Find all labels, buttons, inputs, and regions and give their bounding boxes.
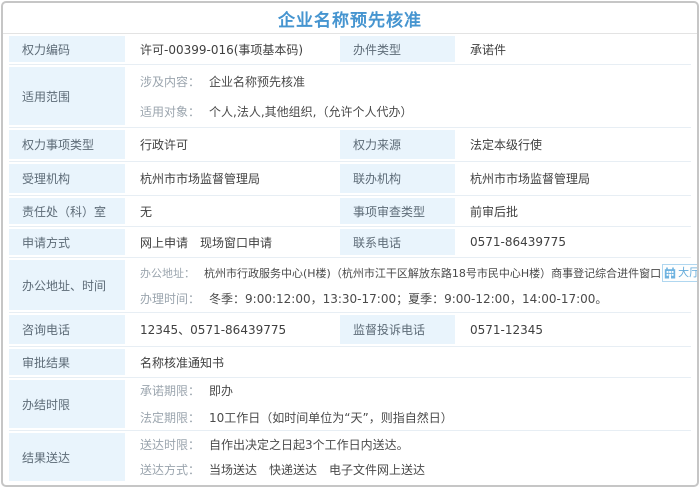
table-row: 适用范围 涉及内容： 企业名称预先核准 适用对象： 个人,法人,其他组织,（允许… <box>9 65 691 128</box>
field-subvalue: 杭州市行政服务中心(H楼)（杭州市江干区解放东路18号市民中心H楼）商事登记综合… <box>204 265 661 281</box>
field-subvalue: 冬季：9:00:12:00，13:30-17:00；夏季：9:00-12:00，… <box>209 290 607 307</box>
field-sublabel: 承诺期限： <box>140 382 200 399</box>
field-value-group: 送达时限： 自作出决定之日起3个工作日内送达。 送达方式： 当场送达 快递送达 … <box>127 431 691 483</box>
field-label: 联系电话 <box>340 227 457 257</box>
field-value: 法定本级行使 <box>457 128 691 161</box>
field-value: 0571-12345 <box>457 313 691 346</box>
table-row: 责任处（科）室 无 事项审查类型 前审后批 <box>9 196 691 227</box>
table-row: 咨询电话 12345、0571-86439775 监督投诉电话 0571-123… <box>9 313 691 347</box>
field-value: 承诺件 <box>457 34 691 64</box>
field-label: 权力编码 <box>9 34 127 64</box>
field-subvalue: 10工作日（如时间单位为“天”，则指自然日） <box>209 409 453 426</box>
page-title: 企业名称预先核准 <box>278 6 422 31</box>
field-label: 办件类型 <box>340 34 457 64</box>
field-value: 行政许可 <box>127 128 340 161</box>
field-label: 权力事项类型 <box>9 128 127 161</box>
field-value: 前审后批 <box>457 196 691 226</box>
service-detail-card: 企业名称预先核准 权力编码 许可-00399-016(事项基本码) 办件类型 承… <box>1 1 699 487</box>
table-row: 审批结果 名称核准通知书 <box>9 347 691 378</box>
table-row: 权力事项类型 行政许可 权力来源 法定本级行使 <box>9 128 691 162</box>
sub-field: 涉及内容： 企业名称预先核准 <box>140 73 305 90</box>
field-label: 事项审查类型 <box>340 196 457 226</box>
field-value: 无 <box>127 196 340 226</box>
field-subvalue: 企业名称预先核准 <box>209 73 305 90</box>
hall-building-icon <box>664 267 676 279</box>
field-value: 12345、0571-86439775 <box>127 313 340 346</box>
field-sublabel: 送达方式： <box>140 461 200 478</box>
field-sublabel: 适用对象： <box>140 103 200 120</box>
field-value: 0571-86439775 <box>457 227 691 257</box>
field-sublabel: 送达时限： <box>140 436 200 453</box>
field-label: 受理机构 <box>9 162 127 195</box>
field-label: 适用范围 <box>9 65 127 127</box>
field-subvalue: 当场送达 快递送达 电子文件网上送达 <box>209 461 425 478</box>
table-row: 结果送达 送达时限： 自作出决定之日起3个工作日内送达。 送达方式： 当场送达 … <box>9 431 691 483</box>
field-value: 杭州市市场监督管理局 <box>457 162 691 195</box>
field-value: 杭州市市场监督管理局 <box>127 162 340 195</box>
field-label: 审批结果 <box>9 347 127 377</box>
office-info: 办公地址： 杭州市行政服务中心(H楼)（杭州市江干区解放东路18号市民中心H楼）… <box>127 258 699 312</box>
field-value-group: 承诺期限： 即办 法定期限： 10工作日（如时间单位为“天”，则指自然日） <box>127 378 691 430</box>
hall-badge[interactable]: 大厅 <box>662 264 699 282</box>
field-value: 网上申请 现场窗口申请 <box>127 227 340 257</box>
field-sublabel: 法定期限： <box>140 409 200 426</box>
table-row: 申请方式 网上申请 现场窗口申请 联系电话 0571-86439775 <box>9 227 691 258</box>
field-label: 咨询电话 <box>9 313 127 346</box>
field-label: 权力来源 <box>340 128 457 161</box>
sub-field: 送达时限： 自作出决定之日起3个工作日内送达。 <box>140 436 409 453</box>
table-row: 办结时限 承诺期限： 即办 法定期限： 10工作日（如时间单位为“天”，则指自然… <box>9 378 691 431</box>
office-lines: 办公地址： 杭州市行政服务中心(H楼)（杭州市江干区解放东路18号市民中心H楼）… <box>140 258 699 312</box>
field-subvalue: 个人,法人,其他组织,（允许个人代办） <box>209 103 412 120</box>
title-bar: 企业名称预先核准 <box>3 3 697 34</box>
field-value-group: 涉及内容： 企业名称预先核准 适用对象： 个人,法人,其他组织,（允许个人代办） <box>127 65 691 127</box>
field-value: 名称核准通知书 <box>127 347 691 377</box>
field-label: 责任处（科）室 <box>9 196 127 226</box>
field-sublabel: 涉及内容： <box>140 73 200 90</box>
field-label: 办公地址、时间 <box>9 258 127 312</box>
office-address: 办公地址： 杭州市行政服务中心(H楼)（杭州市江干区解放东路18号市民中心H楼）… <box>140 264 699 282</box>
field-label: 监督投诉电话 <box>340 313 457 346</box>
sub-field: 适用对象： 个人,法人,其他组织,（允许个人代办） <box>140 103 412 120</box>
sub-field: 送达方式： 当场送达 快递送达 电子文件网上送达 <box>140 461 425 478</box>
field-sublabel: 办理时间： <box>140 290 200 307</box>
detail-table: 权力编码 许可-00399-016(事项基本码) 办件类型 承诺件 适用范围 涉… <box>3 34 697 483</box>
field-label: 申请方式 <box>9 227 127 257</box>
field-subvalue: 自作出决定之日起3个工作日内送达。 <box>209 436 409 453</box>
hall-badge-label: 大厅 <box>678 265 699 281</box>
field-subvalue: 即办 <box>209 382 233 399</box>
office-hours: 办理时间： 冬季：9:00:12:00，13:30-17:00；夏季：9:00-… <box>140 290 699 307</box>
sub-field: 承诺期限： 即办 <box>140 382 233 399</box>
field-label: 联办机构 <box>340 162 457 195</box>
sub-field: 法定期限： 10工作日（如时间单位为“天”，则指自然日） <box>140 409 453 426</box>
field-value: 许可-00399-016(事项基本码) <box>127 34 340 64</box>
table-row: 受理机构 杭州市市场监督管理局 联办机构 杭州市市场监督管理局 <box>9 162 691 196</box>
field-label: 结果送达 <box>9 431 127 483</box>
table-row: 权力编码 许可-00399-016(事项基本码) 办件类型 承诺件 <box>9 34 691 65</box>
field-sublabel: 办公地址： <box>140 265 195 281</box>
field-label: 办结时限 <box>9 378 127 430</box>
table-row: 办公地址、时间 办公地址： 杭州市行政服务中心(H楼)（杭州市江干区解放东路18… <box>9 258 691 313</box>
